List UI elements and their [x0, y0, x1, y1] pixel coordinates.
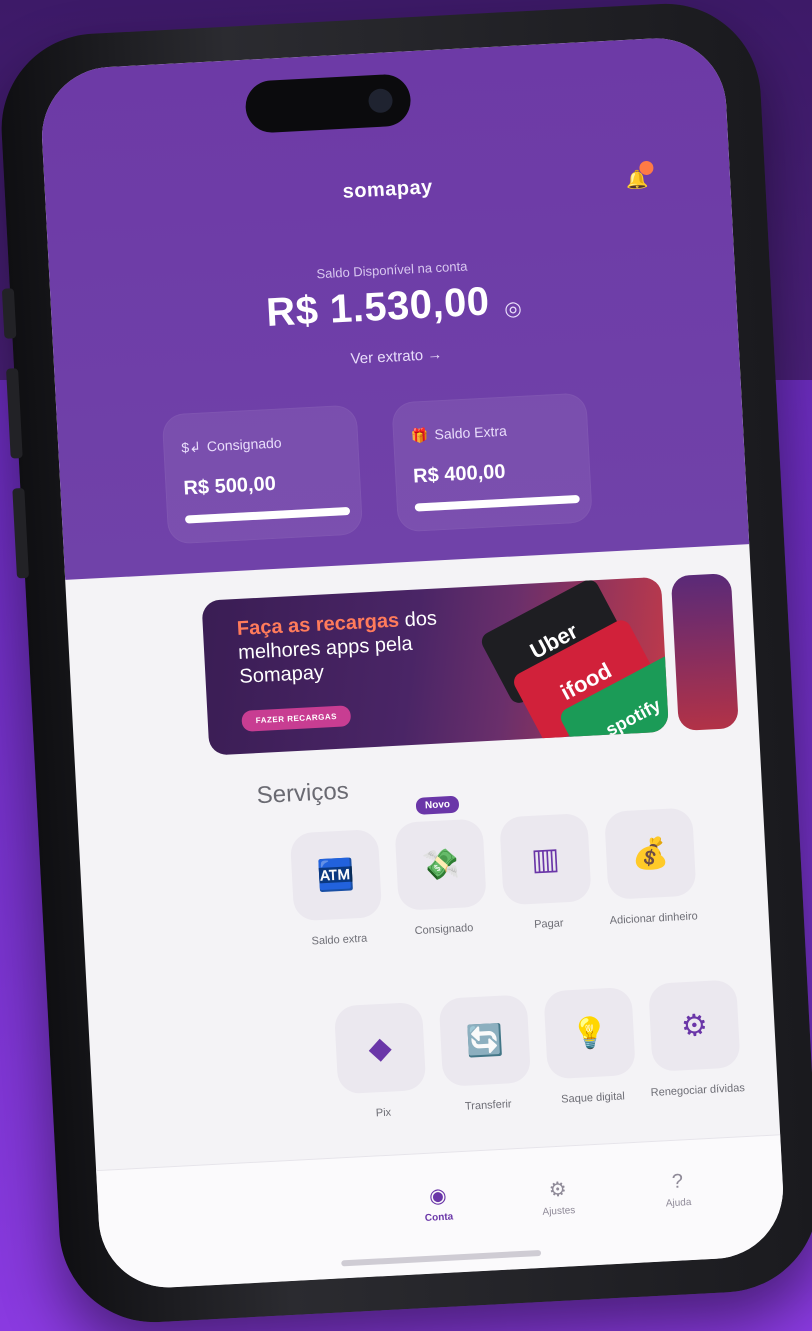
saldo-extra-value: R$ 400,00 — [412, 460, 506, 488]
saldo-extra-progress-fill — [414, 494, 580, 512]
saldo-extra-title: 🎁 Saldo Extra — [410, 422, 508, 444]
consignado-progress-fill — [184, 506, 351, 524]
consignado-card[interactable]: $↲ Consignado R$ 500,00 — [161, 404, 364, 545]
recharge-banner[interactable]: Faça as recargas dos melhores apps pela … — [201, 576, 669, 756]
service-saldo-extra[interactable]: 🏧 Saldo extra — [279, 828, 395, 950]
dynamic-island — [244, 73, 412, 134]
phone-frame: somapay 🔔 Saldo Disponível na conta R$ 1… — [0, 0, 812, 1328]
service-label: Adicionar dinheiro — [609, 910, 698, 927]
settings-icon: ⚙ — [548, 1178, 568, 1202]
transfer-icon: 🔄 — [438, 994, 532, 1087]
recharge-button[interactable]: FAZER RECARGAS — [241, 705, 352, 732]
nav-ajuda[interactable]: ? Ajuda — [637, 1169, 719, 1211]
pix-icon: ◆ — [333, 1001, 427, 1095]
service-label: Saldo extra — [311, 932, 368, 948]
account-header: somapay 🔔 Saldo Disponível na conta R$ 1… — [38, 34, 750, 580]
service-adicionar-dinheiro[interactable]: 💰 Adicionar dinheiro — [593, 807, 709, 929]
service-label: Pagar — [533, 917, 564, 931]
consignado-value: R$ 500,00 — [182, 472, 277, 500]
phone-screen: somapay 🔔 Saldo Disponível na conta R$ 1… — [38, 34, 787, 1291]
service-transferir[interactable]: 🔄 Transferir — [428, 994, 544, 1116]
gift-icon: 🎁 — [410, 426, 429, 444]
service-consignado[interactable]: 💸 Novo Consignado — [383, 795, 499, 940]
service-label: Consignado — [414, 922, 474, 938]
gear-money-icon: ⚙ — [648, 979, 741, 1072]
service-pagar[interactable]: ▥ Pagar — [488, 812, 604, 934]
barcode-scan-icon: ▥ — [499, 812, 592, 906]
nav-conta[interactable]: ◉ Conta — [397, 1181, 479, 1225]
banner-text: Faça as recargas dos melhores apps pela … — [236, 604, 479, 688]
eye-icon[interactable]: ◎ — [504, 296, 523, 322]
home-indicator — [341, 1249, 542, 1267]
service-label: Transferir — [464, 1098, 512, 1113]
saldo-extra-progress — [414, 494, 580, 512]
hand-money-icon: 💸 Novo — [394, 795, 487, 911]
nav-label: Conta — [424, 1211, 454, 1224]
services-title: Serviços — [256, 777, 350, 810]
consignado-progress — [184, 506, 351, 524]
notification-bell-icon[interactable]: 🔔 — [623, 160, 654, 196]
bottom-navigation: ◉ Conta ⚙ Ajustes ? Ajuda — [96, 1134, 787, 1291]
deposit-icon: 💰 — [604, 807, 697, 900]
service-saque-digital[interactable]: 💡 Saque digital — [532, 986, 648, 1108]
side-button — [1, 288, 17, 339]
service-pix[interactable]: ◆ Pix — [323, 1001, 439, 1123]
nav-label: Ajustes — [542, 1205, 576, 1218]
atm-cash-icon: 🏧 — [289, 828, 383, 922]
nav-label: Ajuda — [665, 1197, 692, 1210]
balance-value: R$ 1.530,00 — [265, 279, 491, 336]
user-circle-icon: ◉ — [428, 1184, 448, 1208]
consignado-title: $↲ Consignado — [180, 434, 282, 456]
service-renegociar-dividas[interactable]: ⚙ Renegociar dívidas — [637, 979, 753, 1101]
money-transfer-icon: $↲ — [180, 438, 202, 456]
nav-ajustes[interactable]: ⚙ Ajustes — [517, 1175, 599, 1219]
service-label: Renegociar dívidas — [650, 1082, 746, 1099]
service-label: Pix — [375, 1106, 392, 1120]
new-badge: Novo — [415, 795, 460, 815]
help-icon: ? — [671, 1170, 684, 1193]
lightbulb-money-icon: 💡 — [543, 986, 636, 1080]
saldo-extra-card[interactable]: 🎁 Saldo Extra R$ 400,00 — [391, 392, 593, 533]
next-banner-peek[interactable] — [670, 573, 739, 732]
service-label: Saque digital — [560, 1090, 626, 1106]
